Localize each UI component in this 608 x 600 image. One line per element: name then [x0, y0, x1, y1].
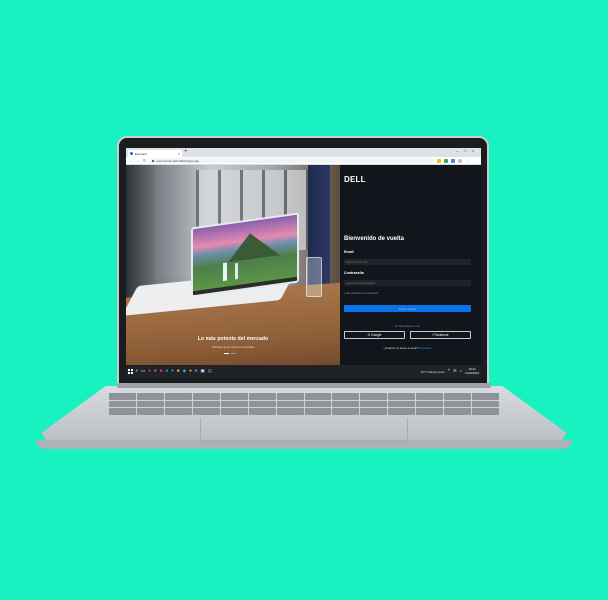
login-title: Bienvenido de vuelta	[344, 236, 405, 242]
date-text: 12/02/2024	[465, 370, 479, 375]
app-icon[interactable]: ●	[171, 369, 174, 374]
app-icon[interactable]: ●	[148, 369, 151, 374]
lock-icon	[152, 159, 155, 162]
login-button[interactable]: Iniciar sesión	[344, 305, 471, 312]
chevron-up-icon[interactable]: ^	[448, 369, 450, 374]
wifi-icon[interactable]: ≋	[453, 369, 457, 374]
folder-icon[interactable]: ■	[177, 369, 180, 374]
browser-toolbar: ← → ↻ ecommerce.dell.cl/dell-login.app ⋮	[126, 157, 481, 165]
email-placeholder: Ingresa tu email	[346, 260, 368, 264]
mountain	[228, 229, 280, 263]
url-text: ecommerce.dell.cl/dell-login.app	[156, 158, 200, 163]
password-field[interactable]: Ingresa tu contraseña	[344, 280, 471, 286]
email-label: Email	[344, 250, 354, 254]
glass	[306, 257, 322, 297]
facebook-label: Facebook	[434, 333, 449, 337]
waterfall	[235, 262, 238, 280]
extension-icon[interactable]	[437, 158, 442, 163]
volume-icon[interactable]: ♪	[460, 369, 462, 374]
laptop-screen: Ecomsof × + – □ × ← → ↻ ecommerce.dell.c…	[126, 148, 481, 378]
forgot-password-link[interactable]: ¿Has olvidado tu contraseña?	[344, 292, 378, 295]
password-label: Contraseña	[344, 271, 364, 275]
app-icon[interactable]: ■	[154, 369, 157, 374]
app-icon[interactable]: ■	[195, 369, 198, 374]
password-placeholder: Ingresa tu contraseña	[346, 281, 376, 285]
windows-start-icon[interactable]	[128, 369, 133, 374]
signup-prompt: ¿Todavía no tienes cuenta? Regístrate	[340, 346, 475, 350]
google-label: Google	[371, 333, 382, 337]
chrome-icon[interactable]: ●	[189, 369, 192, 374]
browser-tab-bar: Ecomsof × + – □ ×	[126, 148, 481, 157]
menu-icon[interactable]: ⋮	[465, 158, 469, 163]
facebook-button[interactable]: f Facebook	[410, 331, 471, 339]
tab-title: Ecomsof	[135, 151, 147, 156]
social-divider: O inicia sesión con	[394, 324, 421, 328]
search-icon[interactable]: ⌕	[136, 369, 139, 374]
system-tray: 16°C Mayormente ^ ≋ ♪ 18:42 12/02/2024	[421, 368, 479, 374]
laptop-hinge	[117, 383, 491, 388]
task-view-icon[interactable]: ▭	[141, 369, 145, 374]
app-icon[interactable]: ▤	[208, 369, 212, 374]
windows-taskbar: ⌕ ▭ ● ■ ■ ■ ● ■ ◆ ● ■ ▣ ▤ 16°C Mayorment…	[126, 365, 481, 378]
google-button[interactable]: G Google	[344, 331, 405, 339]
maximize-button[interactable]: □	[464, 149, 466, 153]
login-panel: DELL Bienvenido de vuelta Email Ingresa …	[340, 165, 481, 365]
minimize-button[interactable]: –	[456, 149, 458, 153]
signup-link[interactable]: Regístrate	[419, 346, 432, 350]
hero-subtitle: Disfruta de la máxima velocidad	[211, 345, 255, 349]
app-icon[interactable]: ◆	[183, 369, 186, 374]
reload-icon[interactable]: ↻	[143, 158, 146, 163]
app-icon[interactable]: ▣	[201, 369, 205, 374]
landscape-wallpaper	[193, 214, 297, 296]
extension-icon[interactable]	[444, 158, 449, 163]
signup-text: ¿Todavía no tienes cuenta?	[383, 346, 418, 350]
extension-icon[interactable]	[451, 158, 456, 163]
dell-logo: DELL	[344, 175, 366, 184]
facebook-icon: f	[432, 333, 434, 337]
hero-title: Lo más potente del mercado	[197, 336, 269, 342]
waterfall	[223, 262, 227, 282]
email-field[interactable]: Ingresa tu email	[344, 259, 471, 265]
trackpad	[200, 418, 408, 442]
hero-image: Lo más potente del mercado Disfruta de l…	[126, 165, 340, 365]
address-bar[interactable]: ecommerce.dell.cl/dell-login.app	[149, 158, 435, 163]
carousel-dot[interactable]	[224, 353, 229, 354]
back-icon[interactable]: ←	[129, 158, 133, 163]
close-window-button[interactable]: ×	[472, 149, 474, 153]
weather-text[interactable]: 16°C Mayormente	[421, 370, 445, 374]
carousel-dots	[224, 353, 236, 354]
app-icon[interactable]: ■	[160, 369, 163, 374]
tab-close-icon[interactable]: ×	[178, 151, 180, 156]
profile-avatar[interactable]	[458, 158, 463, 163]
tab-favicon-icon	[130, 152, 133, 155]
clock[interactable]: 18:42 12/02/2024	[465, 368, 479, 374]
forward-icon[interactable]: →	[136, 158, 140, 163]
app-icon[interactable]: ■	[165, 369, 168, 374]
google-icon: G	[367, 333, 371, 337]
new-tab-button[interactable]: +	[184, 149, 188, 155]
browser-tab[interactable]: Ecomsof ×	[128, 150, 182, 157]
carousel-dot[interactable]	[231, 353, 236, 354]
keyboard	[108, 392, 500, 416]
